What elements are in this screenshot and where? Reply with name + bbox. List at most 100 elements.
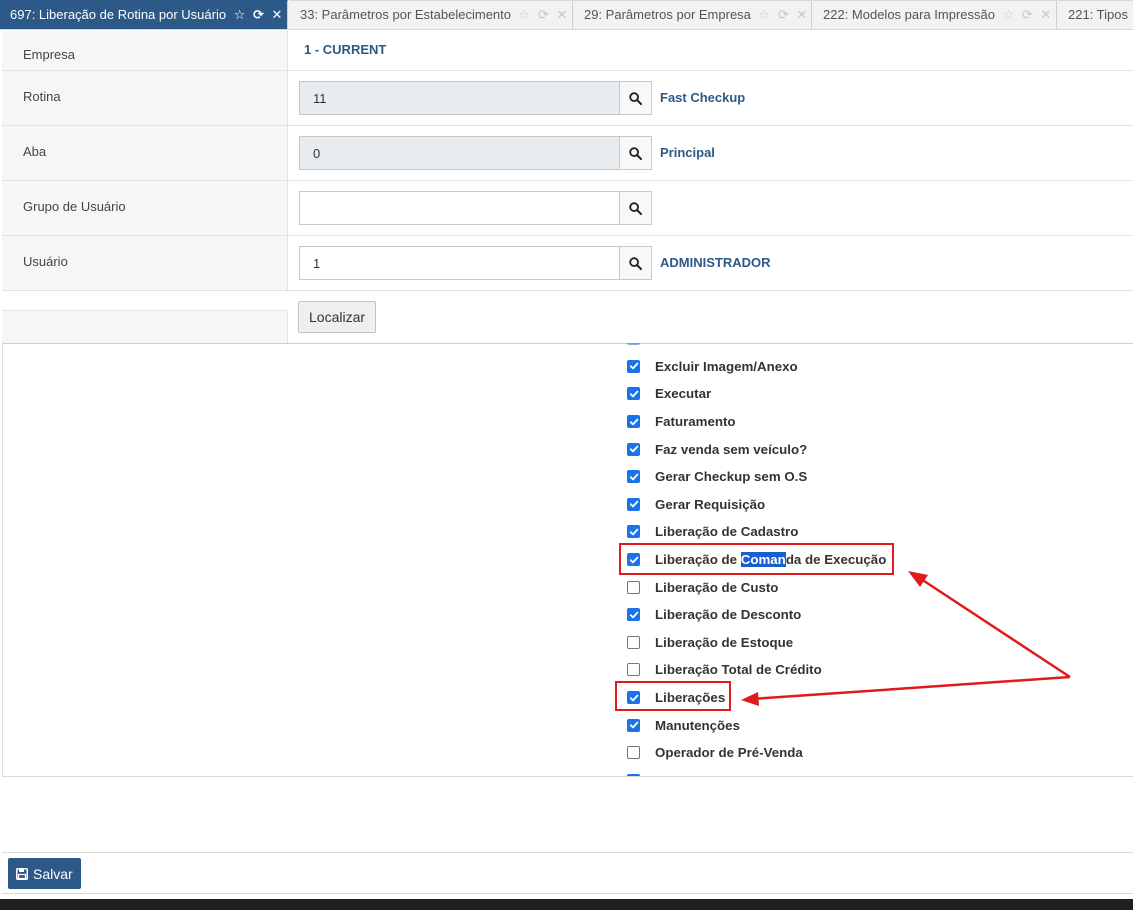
tab-bar: 697: Liberação de Rotina por Usuário ☆ ⟳… xyxy=(0,0,1133,30)
permission-label: Excluir Imagem/Anexo xyxy=(655,358,798,374)
search-icon xyxy=(629,256,642,270)
permission-checkbox[interactable] xyxy=(627,608,640,622)
taskbar xyxy=(0,899,1133,910)
list-item[interactable]: Liberação de Cadastro xyxy=(627,518,886,546)
row-empresa: Empresa 1 - CURRENT xyxy=(2,31,1133,71)
permission-label: Manutenções xyxy=(655,717,740,733)
permission-label: Gerar Checkup sem O.S xyxy=(655,469,808,485)
filter-form: Empresa 1 - CURRENT Rotina Fast Checkup … xyxy=(2,31,1133,344)
list-item[interactable]: Operador de Pré-Venda xyxy=(627,739,886,767)
tab-liberacao-rotina[interactable]: 697: Liberação de Rotina por Usuário ☆ ⟳… xyxy=(0,0,288,29)
permission-checkbox[interactable] xyxy=(627,497,640,511)
permissions-list: Excluir Imagem/Anexo Executar Faturamento F… xyxy=(627,343,886,776)
grupo-usuario-label: Grupo de Usuário xyxy=(2,181,288,235)
aba-search-button[interactable] xyxy=(619,136,652,170)
aba-description: Principal xyxy=(660,145,715,160)
list-item[interactable]: Liberação de Custo xyxy=(627,573,886,601)
permission-label: Operador de Pré-Venda xyxy=(655,745,803,761)
list-item[interactable]: Liberação de Estoque xyxy=(627,629,886,657)
permissions-panel[interactable]: Excluir Imagem/Anexo Executar Faturamento F… xyxy=(2,343,1133,777)
localizar-label-cell xyxy=(2,291,288,343)
usuario-description: ADMINISTRADOR xyxy=(660,255,771,270)
permission-label: Executar xyxy=(655,386,712,402)
list-item[interactable]: Gerar Checkup sem O.S xyxy=(627,463,886,491)
empresa-label: Empresa xyxy=(2,31,288,70)
list-item[interactable]: Liberação Total de Crédito xyxy=(627,656,886,684)
aba-lookup xyxy=(299,136,652,170)
list-item[interactable]: Liberação de Comanda de Execução xyxy=(627,546,886,574)
list-item[interactable] xyxy=(627,767,886,776)
grupo-usuario-lookup xyxy=(299,191,652,225)
permission-label: Faz venda sem veículo? xyxy=(655,441,808,457)
permission-checkbox[interactable] xyxy=(627,663,640,677)
rotina-description: Fast Checkup xyxy=(660,90,746,105)
permission-label: Liberação de Desconto xyxy=(655,607,802,623)
permission-label: Faturamento xyxy=(655,414,736,430)
search-icon xyxy=(629,146,642,160)
search-icon xyxy=(629,91,642,105)
list-item[interactable]: Gerar Requisição xyxy=(627,491,886,519)
permission-label: Liberação de Estoque xyxy=(655,634,794,650)
row-aba: Aba Principal xyxy=(2,126,1133,181)
rotina-search-button[interactable] xyxy=(619,81,652,115)
permission-label: Liberações xyxy=(655,690,726,706)
permission-label: Liberação de Cadastro xyxy=(655,524,799,540)
star-icon[interactable]: ☆ xyxy=(759,7,773,22)
row-usuario: Usuário ADMINISTRADOR xyxy=(2,236,1133,291)
list-item[interactable]: Excluir Imagem/Anexo xyxy=(627,353,886,381)
search-icon xyxy=(629,201,642,215)
tab-parametros-estabelecimento[interactable]: 33: Parâmetros por Estabelecimento ☆ ⟳ ✕ xyxy=(290,0,573,29)
permission-checkbox[interactable] xyxy=(627,359,640,373)
permission-checkbox[interactable] xyxy=(627,553,640,567)
refresh-icon[interactable]: ⟳ xyxy=(253,7,266,22)
list-item[interactable]: Faz venda sem veículo? xyxy=(627,435,886,463)
empresa-value: 1 - CURRENT xyxy=(304,42,387,57)
close-icon[interactable]: ✕ xyxy=(1040,7,1053,22)
floppy-icon xyxy=(16,867,28,880)
grupo-usuario-input[interactable] xyxy=(299,191,619,225)
close-icon[interactable]: ✕ xyxy=(796,7,809,22)
permission-label: Liberação de Custo xyxy=(655,579,779,595)
permission-checkbox[interactable] xyxy=(627,387,640,401)
list-item[interactable]: Executar xyxy=(627,380,886,408)
refresh-icon[interactable]: ⟳ xyxy=(1022,7,1035,22)
tab-parametros-empresa[interactable]: 29: Parâmetros por Empresa ☆ ⟳ ✕ xyxy=(574,0,812,29)
permission-checkbox[interactable] xyxy=(627,470,640,484)
permission-checkbox[interactable] xyxy=(627,691,640,705)
save-button[interactable]: Salvar xyxy=(8,858,81,889)
footer-bar: Salvar xyxy=(2,852,1133,894)
close-icon[interactable]: ✕ xyxy=(272,7,285,22)
localizar-button[interactable]: Localizar xyxy=(298,301,377,333)
aba-label: Aba xyxy=(2,126,288,180)
star-icon[interactable]: ☆ xyxy=(519,7,533,22)
usuario-input[interactable] xyxy=(299,246,619,280)
usuario-search-button[interactable] xyxy=(619,246,652,280)
permission-checkbox[interactable] xyxy=(627,525,640,539)
star-icon[interactable]: ☆ xyxy=(1003,7,1017,22)
tab-tipos[interactable]: 221: Tipos xyxy=(1058,0,1133,29)
permission-checkbox[interactable] xyxy=(627,580,640,594)
list-item[interactable]: Liberações xyxy=(627,684,886,712)
permission-checkbox[interactable] xyxy=(627,718,640,732)
permission-checkbox[interactable] xyxy=(627,415,640,429)
rotina-input[interactable] xyxy=(299,81,619,115)
list-item[interactable]: Faturamento xyxy=(627,408,886,436)
permission-checkbox[interactable] xyxy=(627,746,640,760)
permission-checkbox[interactable] xyxy=(627,635,640,649)
refresh-icon[interactable]: ⟳ xyxy=(538,7,551,22)
close-icon[interactable]: ✕ xyxy=(556,7,569,22)
permission-checkbox[interactable] xyxy=(627,442,640,456)
refresh-icon[interactable]: ⟳ xyxy=(778,7,791,22)
list-item[interactable]: Manutenções xyxy=(627,711,886,739)
rotina-lookup xyxy=(299,81,652,115)
list-item[interactable]: Liberação de Desconto xyxy=(627,601,886,629)
star-icon[interactable]: ☆ xyxy=(234,7,248,22)
rotina-label: Rotina xyxy=(2,71,288,125)
grupo-usuario-search-button[interactable] xyxy=(619,191,652,225)
list-item[interactable] xyxy=(627,343,886,353)
row-grupo-usuario: Grupo de Usuário xyxy=(2,181,1133,236)
row-rotina: Rotina Fast Checkup xyxy=(2,71,1133,126)
row-localizar: Localizar xyxy=(2,291,1133,344)
tab-modelos-impressao[interactable]: 222: Modelos para Impressão ☆ ⟳ ✕ xyxy=(813,0,1057,29)
aba-input[interactable] xyxy=(299,136,619,170)
